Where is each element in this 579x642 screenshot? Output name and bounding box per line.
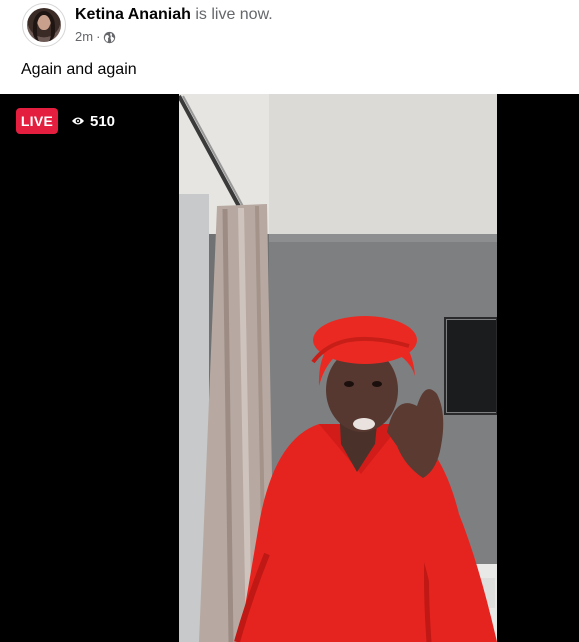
viewer-count-value: 510 [90,112,116,130]
live-badge: LIVE [16,108,58,134]
live-status-text: is live now. [195,6,273,23]
author-name-link[interactable]: Ketina Ananiah [75,6,191,23]
viewer-count: 510 [71,108,115,134]
globe-icon[interactable] [103,31,116,44]
author-avatar[interactable] [22,3,66,47]
meta-separator: · [96,29,101,44]
video-frame [179,94,497,642]
live-video-player[interactable]: LIVE 510 [0,94,579,642]
post-meta: 2m · [75,29,116,45]
avatar-photo [27,8,61,42]
post-timestamp[interactable]: 2m [75,29,93,45]
eye-icon [72,117,84,125]
post-header: Ketina Ananiah is live now. 2m · [0,0,579,56]
post-caption: Again and again [21,61,137,78]
author-line: Ketina Ananiah is live now. [75,5,273,25]
